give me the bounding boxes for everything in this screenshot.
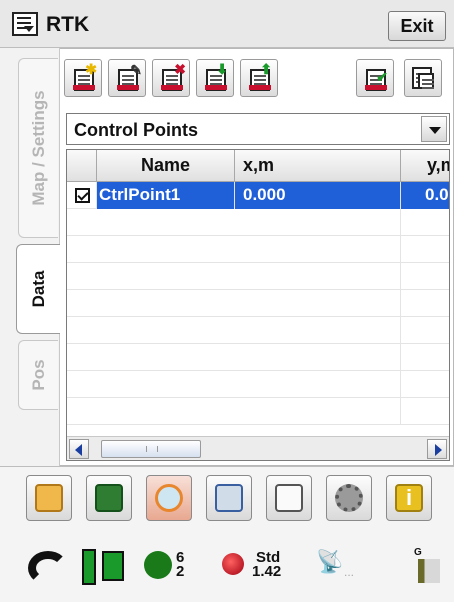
exit-button[interactable]: Exit — [388, 11, 446, 41]
scroll-left-icon[interactable] — [69, 439, 89, 459]
points-table: Name x,m y,m CtrlPoint1 0.000 0.00 — [66, 149, 450, 461]
delete-point-button[interactable]: ✖ — [152, 59, 190, 97]
tab-label: Pos — [28, 359, 48, 391]
tab-map-settings[interactable]: Map / Settings — [18, 58, 58, 238]
header-check — [67, 150, 97, 182]
dataset-select-value: Control Points — [74, 120, 198, 140]
menu-line — [17, 17, 31, 19]
menu-icon[interactable] — [12, 12, 38, 36]
search-icon — [155, 484, 183, 512]
search-button[interactable] — [146, 475, 192, 521]
red-bar — [73, 85, 95, 90]
row-checkbox[interactable] — [67, 182, 97, 209]
table-row — [67, 263, 449, 290]
table-row — [67, 398, 449, 425]
folder-icon — [35, 484, 63, 512]
cell-y: 0.00 — [401, 182, 449, 209]
info-icon: i — [395, 484, 423, 512]
tab-column: Map / Settings Data Pos — [0, 48, 60, 466]
cell-name: CtrlPoint1 — [97, 182, 235, 209]
header-name[interactable]: Name — [97, 150, 235, 182]
survey-icon — [95, 484, 123, 512]
settings-button[interactable] — [326, 475, 372, 521]
dataset-select[interactable]: Control Points — [66, 113, 450, 145]
table-row — [67, 290, 449, 317]
satellite-icon[interactable] — [138, 545, 178, 585]
horizontal-scrollbar[interactable] — [67, 436, 449, 460]
checkmark-icon: ✔ — [376, 69, 388, 85]
edit-point-button[interactable]: ✎ — [108, 59, 146, 97]
scroll-thumb[interactable] — [101, 440, 201, 458]
menu-arrow — [24, 26, 34, 32]
table-row — [67, 371, 449, 398]
x-icon: ✖ — [174, 61, 186, 77]
scroll-right-icon[interactable] — [427, 439, 447, 459]
folder-button[interactable] — [26, 475, 72, 521]
stakeout-icon — [215, 484, 243, 512]
red-bar — [205, 85, 227, 90]
red-bar — [365, 85, 387, 90]
data-toolbar: ✱ ✎ ✖ ⬇ ⬆ ✔ — [60, 59, 454, 99]
chevron-down-icon[interactable] — [421, 116, 447, 142]
table-row — [67, 236, 449, 263]
check-all-button[interactable]: ✔ — [356, 59, 394, 97]
header-x[interactable]: x,m — [235, 150, 401, 182]
red-bar — [117, 85, 139, 90]
title-bar: RTK Exit — [0, 0, 454, 48]
red-bar — [161, 85, 183, 90]
tab-pos[interactable]: Pos — [18, 340, 58, 410]
header-y[interactable]: y,m — [401, 150, 449, 182]
pencil-icon: ✎ — [130, 62, 142, 78]
table-row — [67, 317, 449, 344]
radio-antenna-icon[interactable]: 📡 — [316, 549, 343, 575]
export-button[interactable]: ⬆ — [240, 59, 278, 97]
menu-line — [17, 22, 31, 24]
new-point-button[interactable]: ✱ — [64, 59, 102, 97]
cell-x: 0.000 — [235, 182, 401, 209]
import-button[interactable]: ⬇ — [196, 59, 234, 97]
window-title: RTK — [46, 13, 90, 36]
survey-button[interactable] — [86, 475, 132, 521]
table-row — [67, 344, 449, 371]
tab-data[interactable]: Data — [16, 244, 60, 334]
battery-icon[interactable] — [82, 549, 96, 585]
star-icon: ✱ — [85, 61, 97, 77]
rtk-app: RTK Exit Map / Settings Data Pos ✱ ✎ ✖ ⬇… — [0, 0, 454, 602]
tab-label: Map / Settings — [28, 90, 48, 206]
red-bar — [249, 85, 271, 90]
tab-label: Data — [28, 270, 48, 308]
table-row — [67, 209, 449, 236]
gsm-label: G — [414, 547, 422, 558]
checkbox-icon[interactable] — [75, 188, 90, 203]
radio-dots: ... — [344, 565, 355, 579]
data-panel: ✱ ✎ ✖ ⬇ ⬆ ✔ Control Points Name x,m y, C… — [60, 48, 454, 466]
up-arrow-icon: ⬆ — [260, 61, 272, 77]
notes-button[interactable] — [266, 475, 312, 521]
table-row[interactable]: CtrlPoint1 0.000 0.00 — [67, 182, 449, 209]
receiver-status-icon[interactable] — [28, 551, 68, 585]
down-arrow-icon: ⬇ — [216, 61, 228, 77]
copy-back-icon — [418, 73, 434, 89]
info-button[interactable]: i — [386, 475, 432, 521]
gsm-signal-icon[interactable] — [418, 559, 440, 583]
table-header: Name x,m y,m — [67, 150, 449, 182]
notes-icon — [275, 484, 303, 512]
bottom-toolbar: i 6 2 Std 1.42 📡 ... G — [0, 466, 454, 602]
satellites-bottom: 2 — [176, 563, 185, 580]
solution-status-icon[interactable] — [222, 553, 244, 575]
status-bar: 6 2 Std 1.42 📡 ... G — [0, 541, 454, 597]
memory-icon[interactable] — [102, 551, 124, 581]
stakeout-button[interactable] — [206, 475, 252, 521]
solution-value: 1.42 — [252, 563, 282, 580]
copy-button[interactable] — [404, 59, 442, 97]
settings-icon — [335, 484, 363, 512]
